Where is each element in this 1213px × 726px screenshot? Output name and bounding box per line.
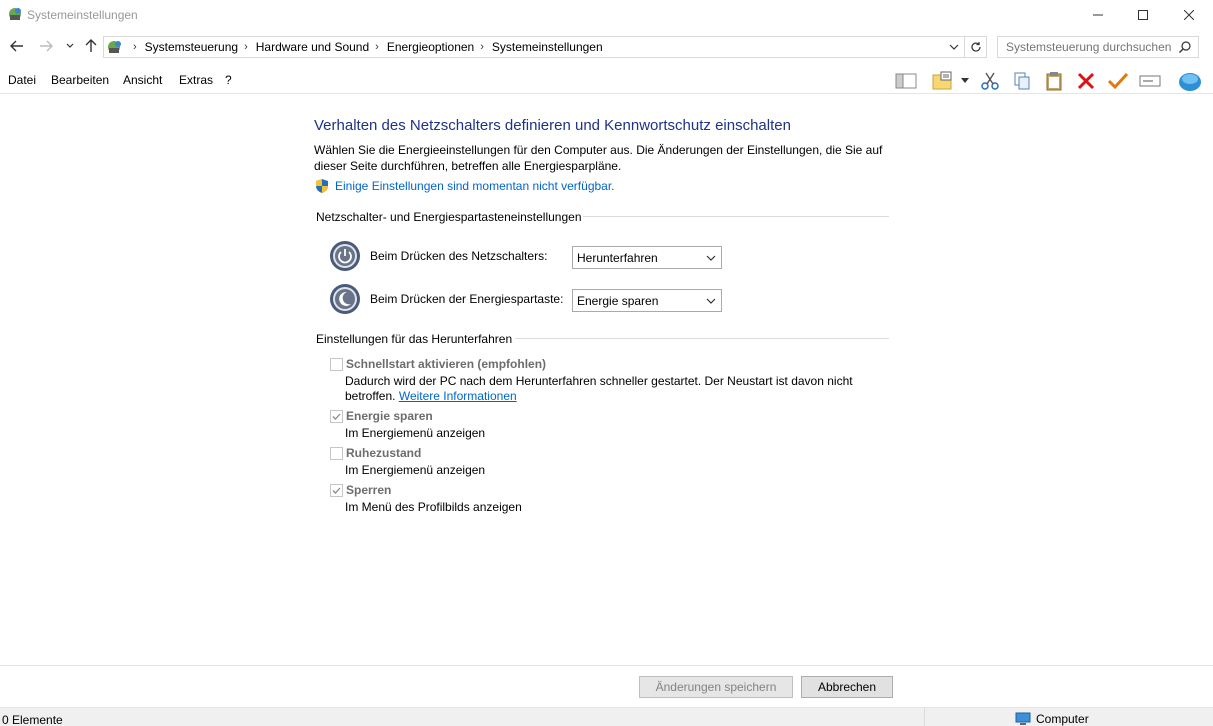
option-hibernate: Ruhezustand Im Energiemenü anzeigen [330,446,630,478]
status-bar: 0 Elemente Computer [0,707,1213,726]
check-icon [332,413,341,420]
refresh-button[interactable] [965,36,987,58]
breadcrumb-systemsteuerung[interactable]: Systemsteuerung › [145,40,256,54]
address-dropdown-icon[interactable] [947,40,961,54]
arrow-up-icon [85,39,97,52]
recent-locations-button[interactable] [60,36,80,56]
search-box[interactable] [997,36,1199,58]
maximize-button[interactable] [1120,0,1166,30]
arrow-right-icon [40,40,53,52]
chevron-down-icon [705,252,717,267]
delete-icon[interactable] [1074,69,1098,93]
power-button-label: Beim Drücken des Netzschalters: [370,249,548,263]
save-changes-button[interactable]: Änderungen speichern [639,676,793,698]
forward-button[interactable] [36,36,56,56]
menu-extras[interactable]: Extras [179,73,213,87]
sleep-checkbox[interactable] [330,410,343,423]
menu-bar: Datei Bearbeiten Ansicht Extras ? [0,66,1213,94]
properties-folder-icon[interactable] [930,69,954,93]
chevron-down-icon [705,295,717,310]
paste-icon[interactable] [1042,69,1066,93]
chevron-right-icon: › [480,41,484,53]
check-icon [332,487,341,494]
window-title: Systemeinstellungen [27,8,138,22]
breadcrumb-systemeinstellungen[interactable]: Systemeinstellungen [492,40,603,54]
navigation-bar: › Systemsteuerung › Hardware und Sound › E… [0,32,1213,62]
copy-icon[interactable] [1010,69,1034,93]
rename-icon[interactable] [1138,69,1162,93]
chevron-down-icon [66,43,74,48]
checkmark-icon[interactable] [1106,69,1130,93]
control-panel-icon [107,39,123,55]
globe-icon[interactable] [1178,69,1202,93]
shield-icon [316,179,328,193]
option-lock: Sperren Im Menü des Profilbilds anzeigen [330,483,630,515]
footer-divider [0,665,1213,666]
sleep-button-label: Beim Drücken der Energiespartaste: [370,292,564,306]
item-count: 0 Elemente [2,713,63,726]
chevron-right-icon: › [133,41,137,53]
menu-ansicht[interactable]: Ansicht [123,73,162,87]
control-panel-icon [7,6,23,22]
search-icon[interactable] [1178,40,1192,57]
page-title: Verhalten des Netzschalters definieren u… [314,117,791,134]
option-fast-startup: Schnellstart aktivieren (empfohlen) Dadu… [330,357,870,403]
power-icon [329,240,361,272]
up-button[interactable] [81,36,101,56]
group-heading: Netzschalter- und Energiespartasteneinst… [316,210,582,224]
sleep-button-select[interactable]: Energie sparen [572,289,722,312]
search-input[interactable] [1006,40,1182,54]
group-heading: Einstellungen für das Herunterfahren [316,332,513,346]
back-button[interactable] [7,36,27,56]
breadcrumb-energieoptionen[interactable]: Energieoptionen › [387,40,492,54]
minimize-button[interactable] [1075,0,1121,30]
more-info-link[interactable]: Weitere Informationen [399,389,517,403]
preview-pane-icon[interactable] [894,69,918,93]
option-sleep: Energie sparen Im Energiemenü anzeigen [330,409,630,441]
unavailable-settings-link[interactable]: Einige Einstellungen sind momentan nicht… [314,178,615,194]
menu-bearbeiten[interactable]: Bearbeiten [51,73,109,87]
lock-checkbox[interactable] [330,484,343,497]
location-label: Computer [1036,712,1089,726]
fast-startup-checkbox[interactable] [330,358,343,371]
main-content: Verhalten des Netzschalters definieren u… [0,95,1213,665]
cancel-button[interactable]: Abbrechen [801,676,893,698]
hibernate-checkbox[interactable] [330,447,343,460]
title-bar: Systemeinstellungen [0,0,1213,30]
address-bar[interactable]: › Systemsteuerung › Hardware und Sound › E… [103,36,965,58]
sleep-icon [329,283,361,315]
computer-icon [1015,712,1031,725]
page-description: Wählen Sie die Energieeinstellungen für … [314,143,883,173]
chevron-right-icon: › [375,41,379,53]
chevron-down-icon[interactable] [958,69,972,93]
menu-help[interactable]: ? [225,73,232,87]
group-shutdown-settings: Einstellungen für das Herunterfahren [316,332,889,346]
cut-icon[interactable] [978,69,1002,93]
close-button[interactable] [1166,0,1212,30]
chevron-right-icon: › [244,41,248,53]
arrow-left-icon [10,40,23,52]
refresh-icon [970,42,981,52]
group-power-buttons: Netzschalter- und Energiespartasteneinst… [316,210,889,224]
breadcrumb-hardware-und-sound[interactable]: Hardware und Sound › [256,40,387,54]
power-button-select[interactable]: Herunterfahren [572,246,722,269]
menu-datei[interactable]: Datei [8,73,36,87]
